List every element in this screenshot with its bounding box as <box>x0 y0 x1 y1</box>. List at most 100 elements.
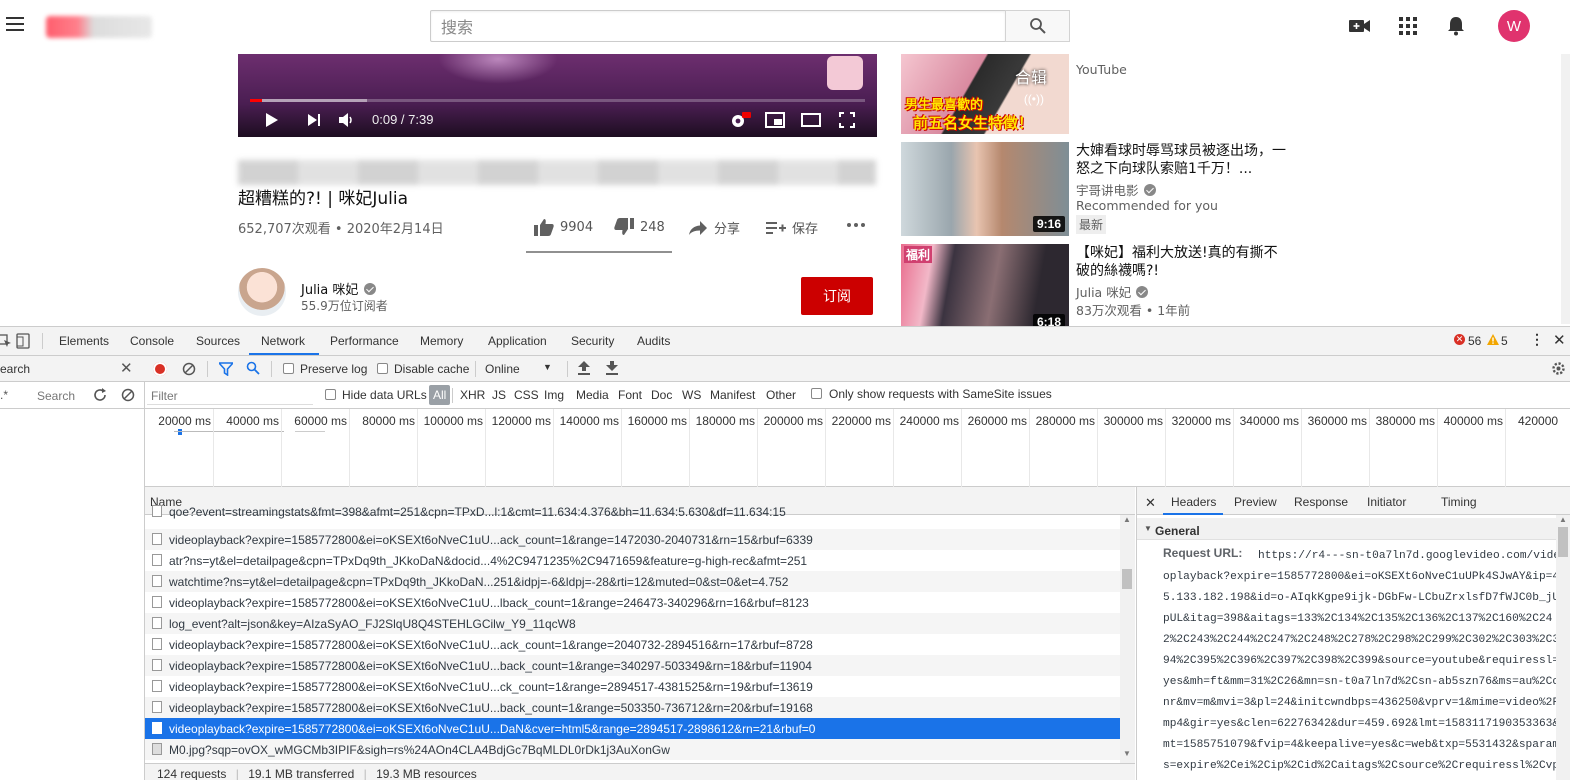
rec-channel-2[interactable]: 宇哥讲电影 <box>1076 180 1156 199</box>
detail-scrollbar[interactable]: ▲ <box>1556 515 1570 780</box>
channel-avatar[interactable] <box>238 268 286 316</box>
kebab-menu-icon[interactable]: ⋮ <box>1530 331 1544 348</box>
export-har-icon[interactable] <box>606 361 618 375</box>
scroll-up-icon[interactable]: ▲ <box>1559 515 1567 524</box>
rec-thumbnail-3[interactable]: 福利 6:18 <box>901 244 1069 326</box>
search-input[interactable]: 搜索 <box>430 10 1006 42</box>
type-filter-xhr[interactable]: XHR <box>460 388 485 402</box>
close-search-icon[interactable]: ✕ <box>120 359 133 377</box>
request-row[interactable]: M0.jpg?sqp=ovOX_wMGCMb3IPIF&sigh=rs%24AO… <box>145 739 1120 760</box>
request-row[interactable]: atr?ns=yt&el=detailpage&cpn=TPxDq9th_JKk… <box>145 550 1120 571</box>
request-row[interactable]: watchtime?ns=yt&el=detailpage&cpn=TPxDq9… <box>145 571 1120 592</box>
type-filter-js[interactable]: JS <box>492 388 506 402</box>
general-section-header[interactable] <box>1137 518 1570 540</box>
tab-security[interactable]: Security <box>571 334 614 348</box>
tab-initiator[interactable]: Initiator <box>1367 495 1406 509</box>
tab-elements[interactable]: Elements <box>59 334 109 348</box>
tab-response[interactable]: Response <box>1294 495 1348 509</box>
tab-application[interactable]: Application <box>488 334 547 348</box>
request-row[interactable]: videoplayback?expire=1585772800&ei=oKSEX… <box>145 718 1120 739</box>
error-icon[interactable]: ✕ <box>1454 334 1465 345</box>
dropdown-arrow-icon[interactable]: ▼ <box>543 362 552 372</box>
tab-audits[interactable]: Audits <box>637 334 670 348</box>
tab-preview[interactable]: Preview <box>1234 495 1277 509</box>
inspect-element-icon[interactable] <box>0 334 12 348</box>
scroll-down-icon[interactable]: ▼ <box>1123 749 1131 758</box>
search-icon[interactable] <box>246 361 260 375</box>
throttling-select[interactable]: Online <box>485 362 520 376</box>
collapse-triangle-icon[interactable]: ▼ <box>1144 524 1152 533</box>
menu-icon[interactable] <box>6 17 24 31</box>
request-row[interactable]: videoplayback?expire=1585772800&ei=oKSEX… <box>145 634 1120 655</box>
search-button[interactable] <box>1005 10 1070 42</box>
request-row[interactable]: qoe?event=streamingstats&fmt=398&afmt=25… <box>145 505 1120 522</box>
type-filter-media[interactable]: Media <box>576 388 609 402</box>
type-filter-doc[interactable]: Doc <box>651 388 672 402</box>
type-filter-font[interactable]: Font <box>618 388 642 402</box>
network-settings-gear-icon[interactable] <box>1551 361 1566 376</box>
error-count[interactable]: 56 <box>1468 334 1481 348</box>
tab-console[interactable]: Console <box>130 334 174 348</box>
fullscreen-icon[interactable] <box>836 109 858 131</box>
samesite-checkbox[interactable] <box>811 388 822 399</box>
share-button[interactable]: 分享 <box>688 218 740 237</box>
regex-toggle-icon[interactable]: .* <box>0 388 8 402</box>
request-row[interactable]: videoplayback?expire=1585772800&ei=oKSEX… <box>145 697 1120 718</box>
notifications-bell-icon[interactable] <box>1444 14 1468 38</box>
page-scrollbar[interactable] <box>1561 54 1570 324</box>
clear-icon[interactable] <box>121 388 135 402</box>
theater-mode-icon[interactable] <box>800 109 822 131</box>
progress-bar[interactable] <box>250 99 865 102</box>
scroll-thumb[interactable] <box>1558 527 1568 557</box>
request-row[interactable]: videoplayback?expire=1585772800&ei=oKSEX… <box>145 676 1120 697</box>
tab-timing[interactable]: Timing <box>1441 495 1477 509</box>
request-row[interactable]: log_event?alt=json&key=AIzaSyAO_FJ2SlqU8… <box>145 613 1120 634</box>
type-filter-ws[interactable]: WS <box>682 388 701 402</box>
filter-icon[interactable] <box>219 362 233 376</box>
close-devtools-icon[interactable]: ✕ <box>1553 331 1566 349</box>
close-detail-icon[interactable]: ✕ <box>1145 495 1156 511</box>
search-pane-input[interactable]: Search <box>37 389 75 403</box>
request-row[interactable]: videoplayback?expire=1585772800&ei=oKSEX… <box>145 592 1120 613</box>
preserve-log-checkbox[interactable] <box>283 363 294 374</box>
miniplayer-icon[interactable] <box>764 109 786 131</box>
youtube-logo-blurred[interactable] <box>46 16 152 38</box>
request-row[interactable]: videoplayback?expire=1585772800&ei=oKSEX… <box>145 655 1120 676</box>
like-button[interactable]: 9904 <box>534 218 593 236</box>
next-icon[interactable] <box>304 109 324 131</box>
warning-icon[interactable] <box>1487 334 1499 345</box>
channel-watermark[interactable] <box>827 56 863 90</box>
type-filter-manifest[interactable]: Manifest <box>710 388 755 402</box>
save-button[interactable]: 保存 <box>766 218 818 237</box>
filter-input[interactable]: Filter <box>147 385 313 405</box>
rec-title-3[interactable]: 【咪妃】福利大放送!真的有撕不破的絲襪嗎?! <box>1076 244 1286 280</box>
type-filter-all[interactable]: All <box>429 385 451 405</box>
refresh-icon[interactable] <box>93 388 107 402</box>
scroll-thumb[interactable] <box>1122 569 1132 589</box>
tab-memory[interactable]: Memory <box>420 334 463 348</box>
subscribe-button[interactable]: 订阅 <box>801 277 873 315</box>
rec-thumbnail-1[interactable]: 合辑 ((•)) 男生最喜歡的 前五名女生特徵！ <box>901 54 1069 134</box>
create-video-icon[interactable] <box>1348 14 1372 38</box>
dislike-button[interactable]: 248 <box>614 218 665 236</box>
tab-performance[interactable]: Performance <box>330 334 399 348</box>
rec-channel-3[interactable]: Julia 咪妃 <box>1076 282 1149 301</box>
request-row[interactable]: videoplayback?expire=1585772800&ei=oKSEX… <box>145 529 1120 550</box>
type-filter-css[interactable]: CSS <box>514 388 539 402</box>
disable-cache-checkbox[interactable] <box>377 363 388 374</box>
scroll-up-icon[interactable]: ▲ <box>1123 515 1131 524</box>
record-icon[interactable] <box>153 362 167 376</box>
play-icon[interactable] <box>262 109 282 131</box>
video-player[interactable]: 0:09 / 7:39 <box>238 54 877 137</box>
volume-icon[interactable] <box>337 109 357 131</box>
rec-thumbnail-2[interactable]: 9:16 <box>901 142 1069 236</box>
tab-sources[interactable]: Sources <box>196 334 240 348</box>
type-filter-other[interactable]: Other <box>766 388 796 402</box>
rec-title-2[interactable]: 大婶看球时辱骂球员被逐出场，一怒之下向球队索赔1千万！... <box>1076 142 1286 178</box>
settings-hd-icon[interactable] <box>728 109 752 131</box>
tab-headers[interactable]: Headers <box>1171 495 1216 509</box>
clear-log-icon[interactable] <box>182 362 196 376</box>
tab-network[interactable]: Network <box>261 334 305 348</box>
channel-name[interactable]: Julia 咪妃 <box>301 279 377 298</box>
account-avatar[interactable]: W <box>1498 10 1530 42</box>
